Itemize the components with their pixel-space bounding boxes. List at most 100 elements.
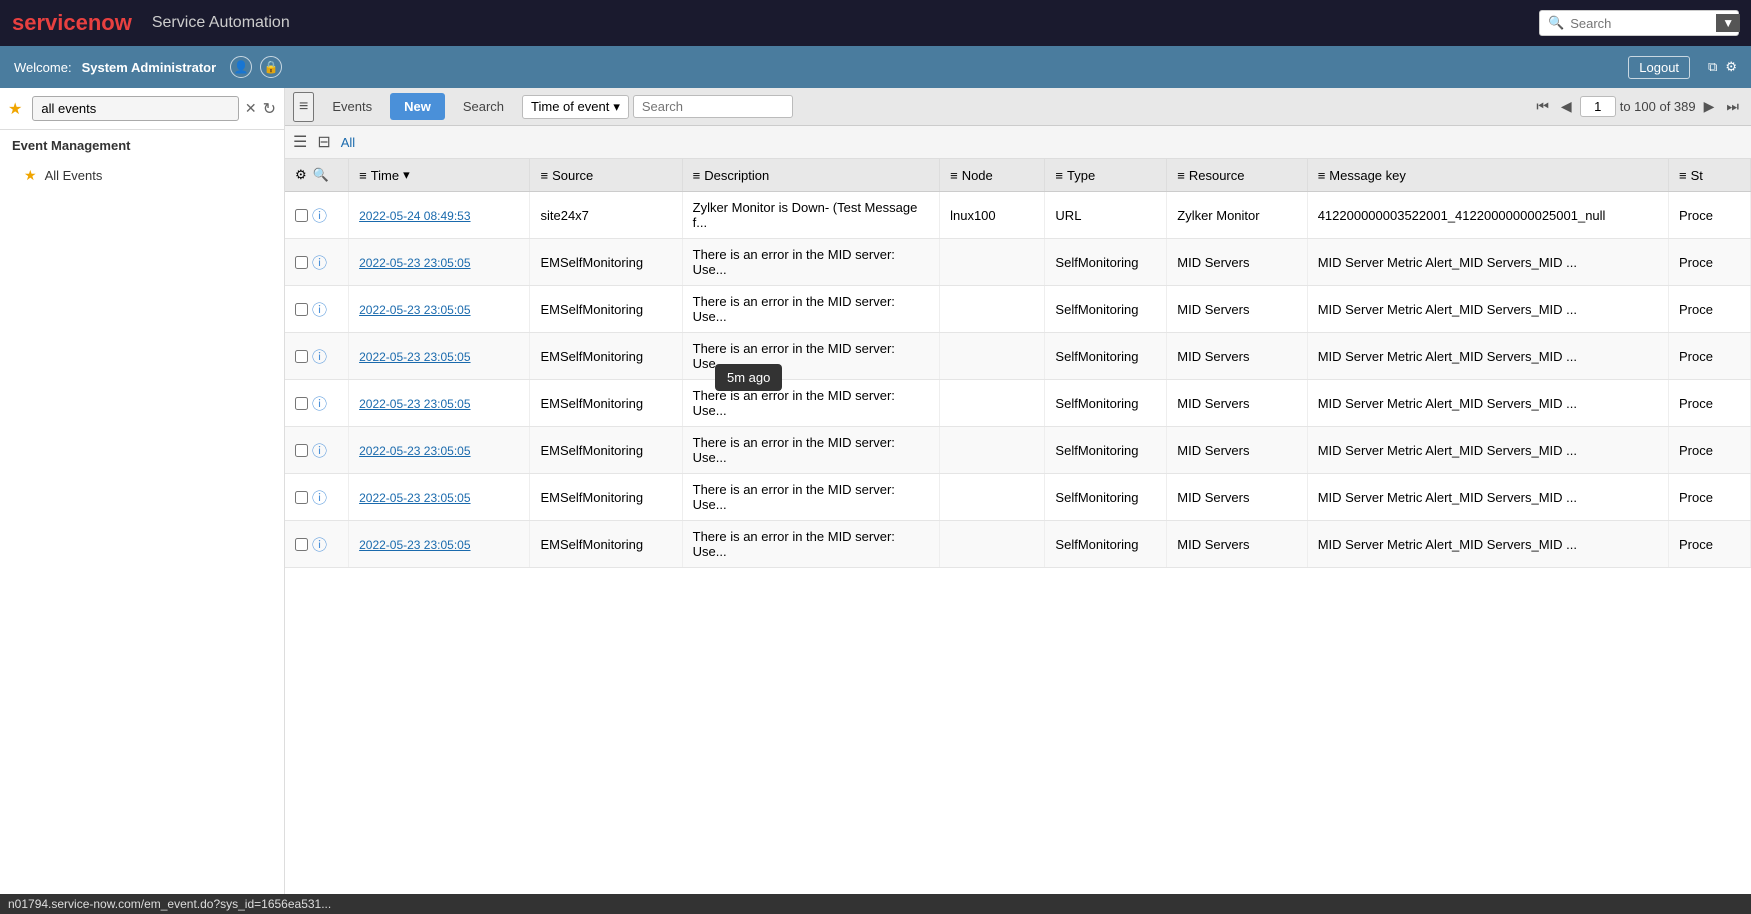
row-time-link[interactable]: 2022-05-23 23:05:05 [359, 397, 470, 411]
col-node-icon: ≡ [950, 168, 958, 183]
favorite-star-icon[interactable]: ★ [8, 99, 22, 119]
row-time-cell: 2022-05-23 23:05:05 [349, 239, 530, 286]
prev-page-button[interactable]: ◀ [1557, 96, 1576, 117]
row-description-cell: There is an error in the MID server: Use… [682, 521, 939, 568]
next-page-button[interactable]: ▶ [1700, 96, 1719, 117]
row-time-link[interactable]: 2022-05-23 23:05:05 [359, 350, 470, 364]
filter-all-button[interactable]: All [341, 135, 355, 150]
sidebar: ★ ✕ ↻ Event Management ★ All Events [0, 88, 285, 914]
refresh-search-icon[interactable]: ↻ [263, 99, 276, 119]
row-checkbox[interactable] [295, 491, 308, 504]
row-checkbox[interactable] [295, 538, 308, 551]
row-type-cell: SelfMonitoring [1045, 286, 1167, 333]
table-row: ⓘ 2022-05-23 23:05:05 EMSelfMonitoring T… [285, 239, 1751, 286]
row-description-cell: There is an error in the MID server: Use… [682, 427, 939, 474]
row-description-cell: There is an error in the MID server: Use… [682, 239, 939, 286]
row-time-link[interactable]: 2022-05-24 08:49:53 [359, 209, 470, 223]
col-type-icon: ≡ [1055, 168, 1063, 183]
time-filter-dropdown[interactable]: Time of event ▾ [522, 95, 629, 119]
search-icon: 🔍 [1548, 15, 1564, 31]
row-msgkey-cell: MID Server Metric Alert_MID Servers_MID … [1307, 380, 1668, 427]
col-header-actions: ⚙ 🔍 [285, 159, 349, 192]
sidebar-search-area: ★ ✕ ↻ [0, 88, 284, 130]
col-header-node[interactable]: ≡ Node [940, 159, 1045, 192]
page-number-input[interactable] [1580, 96, 1616, 117]
first-page-button[interactable]: ⏮ [1532, 96, 1553, 117]
logout-button[interactable]: Logout [1628, 56, 1690, 79]
row-source-cell: EMSelfMonitoring [530, 474, 682, 521]
tab-new[interactable]: New [390, 93, 445, 120]
row-checkbox[interactable] [295, 303, 308, 316]
row-resource-cell: MID Servers [1167, 333, 1307, 380]
row-source-cell: EMSelfMonitoring [530, 286, 682, 333]
sidebar-item-all-events[interactable]: ★ All Events [0, 161, 284, 190]
filter-icon[interactable]: ⊟ [317, 132, 330, 152]
row-time-link[interactable]: 2022-05-23 23:05:05 [359, 538, 470, 552]
row-actions-cell: ⓘ [285, 239, 349, 286]
global-search-input[interactable] [1570, 16, 1710, 31]
row-type-cell: SelfMonitoring [1045, 380, 1167, 427]
row-checkbox[interactable] [295, 350, 308, 363]
info-icon[interactable]: ⓘ [312, 252, 327, 273]
sidebar-search-input[interactable] [32, 96, 239, 121]
row-checkbox[interactable] [295, 209, 308, 222]
row-time-link[interactable]: 2022-05-23 23:05:05 [359, 303, 470, 317]
table-row: ⓘ 2022-05-23 23:05:05 EMSelfMonitoring T… [285, 286, 1751, 333]
app-title: Service Automation [152, 14, 290, 32]
main-layout: ★ ✕ ↻ Event Management ★ All Events ≡ Ev… [0, 88, 1751, 914]
row-checkbox[interactable] [295, 397, 308, 410]
row-time-link[interactable]: 2022-05-23 23:05:05 [359, 444, 470, 458]
col-header-time[interactable]: ≡ Time ▾ [349, 159, 530, 192]
tab-search[interactable]: Search [449, 93, 518, 120]
user-profile-icon[interactable]: 👤 [230, 56, 252, 78]
list-view-icon[interactable]: ☰ [293, 132, 307, 152]
info-icon[interactable]: ⓘ [312, 440, 327, 461]
row-node-cell [940, 380, 1045, 427]
col-header-resource[interactable]: ≡ Resource [1167, 159, 1307, 192]
clear-search-icon[interactable]: ✕ [245, 100, 257, 117]
tab-events[interactable]: Events [318, 93, 386, 120]
last-page-button[interactable]: ⏭ [1722, 96, 1743, 117]
hamburger-menu-button[interactable]: ≡ [293, 92, 314, 122]
row-time-link[interactable]: 2022-05-23 23:05:05 [359, 256, 470, 270]
row-resource-cell: MID Servers [1167, 474, 1307, 521]
row-checkbox[interactable] [295, 256, 308, 269]
row-msgkey-cell: MID Server Metric Alert_MID Servers_MID … [1307, 286, 1668, 333]
row-status-cell: Proce [1669, 380, 1751, 427]
external-link-icon[interactable]: ⧉ [1708, 59, 1717, 75]
info-icon[interactable]: ⓘ [312, 487, 327, 508]
search-header-icon[interactable]: 🔍 [313, 167, 329, 183]
row-source-cell: EMSelfMonitoring [530, 521, 682, 568]
col-header-msgkey[interactable]: ≡ Message key [1307, 159, 1668, 192]
search-dropdown-button[interactable]: ▼ [1716, 14, 1740, 32]
info-icon[interactable]: ⓘ [312, 346, 327, 367]
logo-service: service [12, 10, 88, 35]
info-icon[interactable]: ⓘ [312, 534, 327, 555]
col-header-type[interactable]: ≡ Type [1045, 159, 1167, 192]
row-msgkey-cell: MID Server Metric Alert_MID Servers_MID … [1307, 239, 1668, 286]
lock-icon[interactable]: 🔒 [260, 56, 282, 78]
tab-search-input[interactable] [633, 95, 793, 118]
info-icon[interactable]: ⓘ [312, 393, 327, 414]
col-header-source[interactable]: ≡ Source [530, 159, 682, 192]
row-time-cell: 2022-05-23 23:05:05 [349, 427, 530, 474]
info-icon[interactable]: ⓘ [312, 205, 327, 226]
row-status-cell: Proce [1669, 474, 1751, 521]
row-msgkey-cell: MID Server Metric Alert_MID Servers_MID … [1307, 474, 1668, 521]
table-row: ⓘ 2022-05-23 23:05:05 EMSelfMonitoring T… [285, 427, 1751, 474]
row-status-cell: Proce [1669, 286, 1751, 333]
row-node-cell [940, 333, 1045, 380]
row-checkbox[interactable] [295, 444, 308, 457]
time-filter-label: Time of event [531, 99, 609, 114]
gear-icon[interactable]: ⚙ [295, 167, 307, 183]
row-actions-cell: ⓘ [285, 380, 349, 427]
col-header-description[interactable]: ≡ Description [682, 159, 939, 192]
settings-icon[interactable]: ⚙ [1725, 59, 1737, 75]
row-time-link[interactable]: 2022-05-23 23:05:05 [359, 491, 470, 505]
welcome-label: Welcome: [14, 60, 72, 75]
row-source-cell: EMSelfMonitoring [530, 239, 682, 286]
col-status-label: St [1691, 168, 1703, 183]
col-header-status[interactable]: ≡ St [1669, 159, 1751, 192]
info-icon[interactable]: ⓘ [312, 299, 327, 320]
global-search-box[interactable]: 🔍 ▼ [1539, 10, 1739, 36]
